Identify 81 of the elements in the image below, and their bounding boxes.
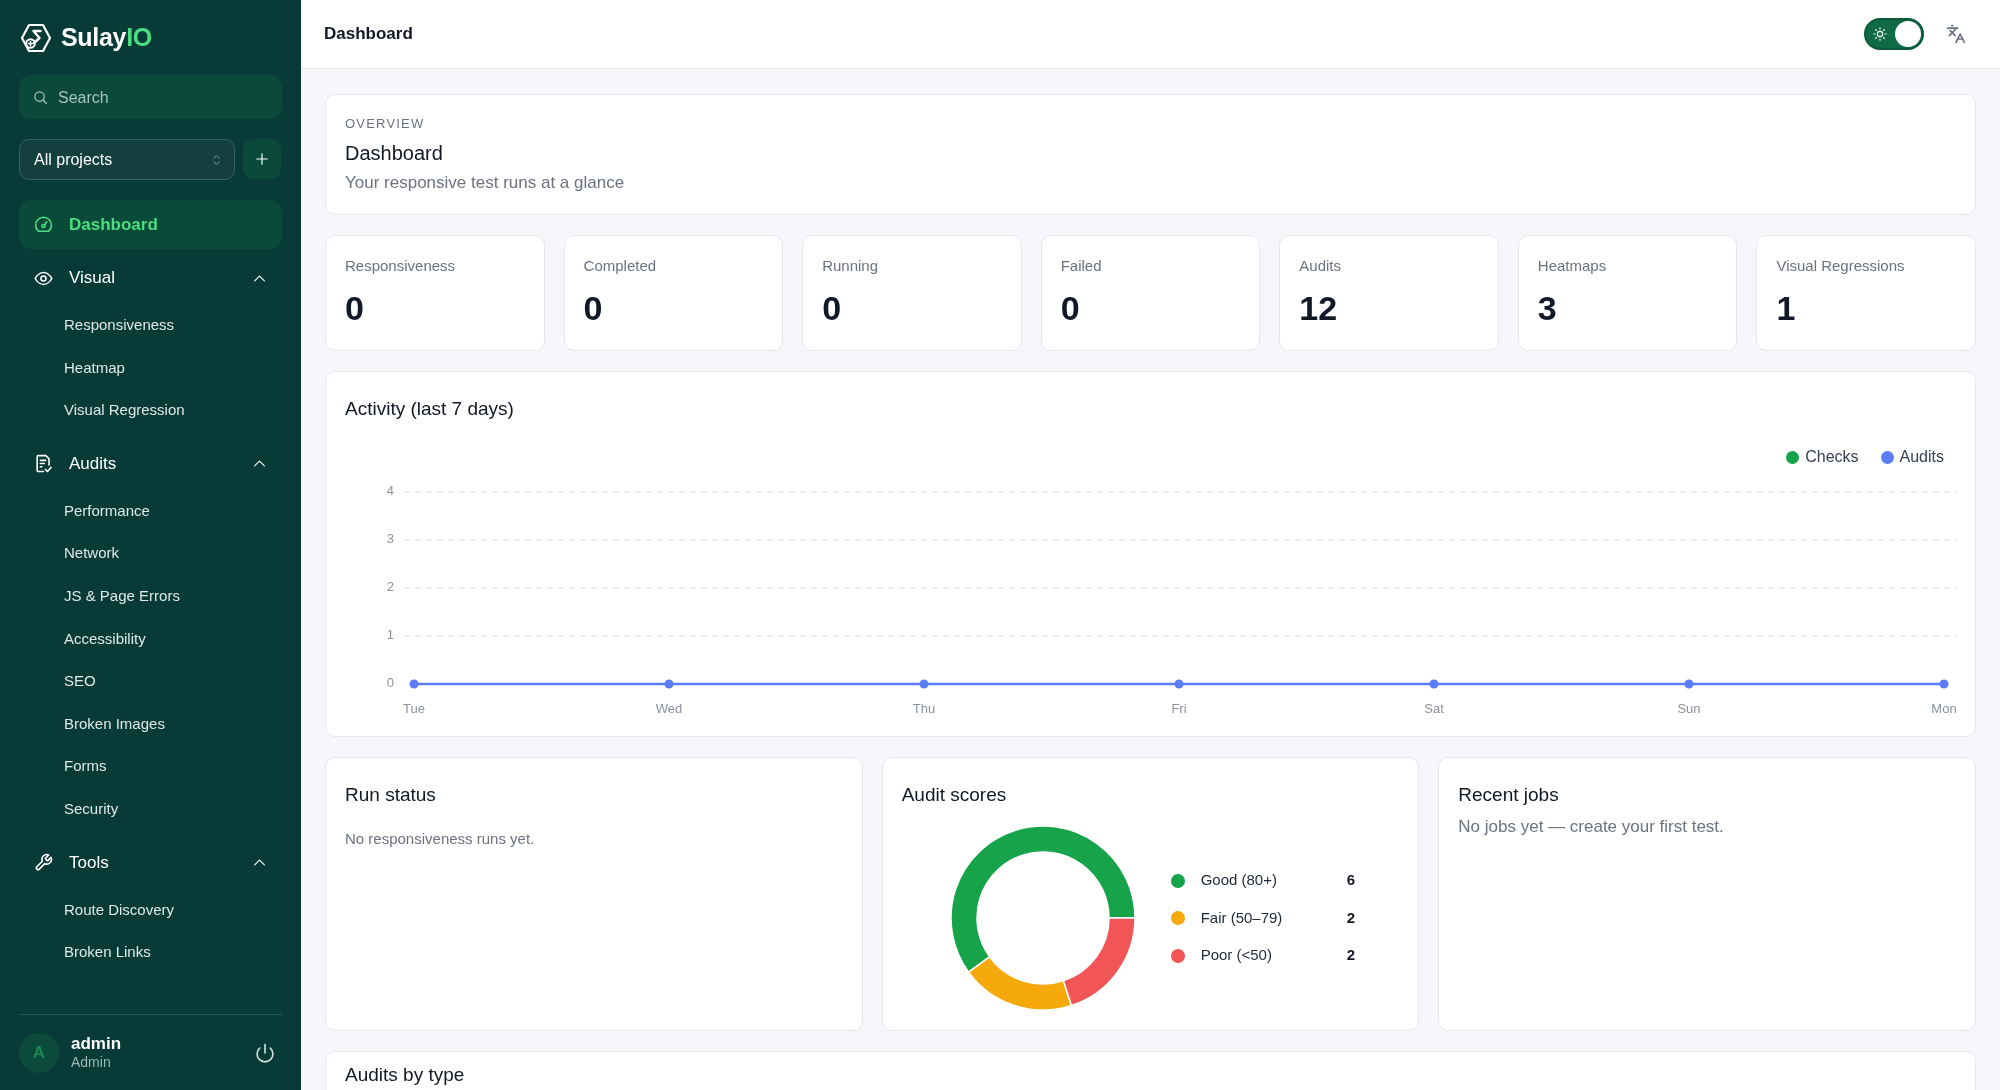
nav-item[interactable]: Route Discovery — [19, 888, 282, 932]
add-button[interactable] — [243, 139, 281, 179]
stat-label: Failed — [1060, 256, 1103, 276]
plus-icon — [255, 152, 269, 166]
search-field[interactable]: Search — [19, 75, 282, 119]
x-axis-label: Wed — [655, 701, 683, 717]
user-role: Admin — [71, 1054, 112, 1071]
page-title: Dashboard — [324, 23, 413, 46]
theme-toggle[interactable] — [1864, 18, 1924, 50]
y-axis-label: 2 — [386, 579, 394, 595]
card-title: Audits by type — [345, 1063, 466, 1087]
legend-label: Good (80+) — [1200, 870, 1278, 891]
y-axis-label: 4 — [386, 483, 394, 499]
legend-count: 6 — [1346, 870, 1355, 891]
stat-value: 1 — [1776, 288, 1797, 328]
nav-item[interactable]: Accessibility — [19, 617, 282, 661]
x-axis-label: Fri — [1171, 701, 1187, 717]
translate-icon[interactable] — [1946, 24, 1966, 44]
user-avatar: A — [19, 1032, 59, 1073]
nav-item[interactable]: Network — [19, 532, 282, 575]
legend-label: Audits — [1899, 447, 1944, 467]
x-axis-label: Thu — [912, 701, 936, 717]
stat-value: 0 — [345, 288, 365, 328]
nav-item[interactable]: Performance — [19, 489, 282, 533]
brand-name: SulayIO — [61, 21, 152, 53]
empty-message: No jobs yet — create your first test. — [1458, 816, 1725, 838]
gauge-icon — [34, 215, 53, 234]
nav-item[interactable]: Security — [19, 787, 282, 831]
x-axis-label: Tue — [403, 701, 425, 717]
legend-count: 2 — [1346, 907, 1355, 928]
nav-item[interactable]: Responsiveness — [19, 304, 282, 347]
toggle-knob — [1895, 21, 1921, 47]
stat-value: 0 — [1060, 288, 1081, 328]
stat-label: Audits — [1299, 256, 1342, 276]
chart-title: Activity (last 7 days) — [345, 397, 515, 421]
user-name: admin — [71, 1034, 122, 1054]
y-axis-label: 3 — [386, 531, 394, 547]
stat-value: 3 — [1537, 288, 1558, 328]
y-axis-label: 0 — [386, 675, 394, 691]
stat-label: Responsiveness — [345, 256, 457, 276]
wrench-icon — [34, 853, 53, 873]
stat-label: Heatmaps — [1537, 256, 1608, 276]
nav-item[interactable]: JS & Page Errors — [19, 574, 282, 618]
project-select[interactable]: All projects — [19, 139, 235, 180]
overview-label: OVERVIEW — [345, 116, 426, 132]
sun-icon — [1873, 27, 1887, 41]
legend-label: Poor (<50) — [1200, 945, 1273, 966]
legend-count: 2 — [1346, 945, 1355, 966]
stat-value: 0 — [583, 288, 604, 328]
hexagon-logo-icon — [20, 21, 52, 54]
legend-label: Fair (50–79) — [1200, 907, 1284, 928]
y-axis-label: 1 — [386, 627, 394, 643]
x-axis-label: Sun — [1677, 701, 1701, 717]
nav-item[interactable]: Visual Regression — [19, 389, 282, 432]
chevron-up-down-icon — [211, 152, 222, 167]
nav-group-header[interactable]: Tools — [19, 842, 282, 883]
x-axis-label: Mon — [1931, 701, 1957, 717]
empty-message: No responsiveness runs yet. — [345, 829, 536, 849]
clipboard-check-icon — [34, 454, 53, 474]
stat-value: 12 — [1299, 288, 1339, 328]
nav-group-header[interactable]: Audits — [19, 443, 282, 484]
card-title: Run status — [345, 783, 437, 807]
nav-item[interactable]: Broken Links — [19, 931, 282, 974]
nav-item[interactable]: SEO — [19, 660, 282, 703]
nav-item[interactable]: Forms — [19, 745, 282, 788]
nav-group-header[interactable]: Visual — [19, 258, 282, 298]
stat-label: Visual Regressions — [1776, 256, 1906, 276]
stat-value: 0 — [822, 288, 843, 328]
power-icon[interactable] — [255, 1042, 275, 1063]
card-title: Recent jobs — [1458, 783, 1560, 807]
search-icon — [33, 89, 48, 105]
stat-label: Running — [822, 256, 880, 276]
nav-item[interactable]: Broken Images — [19, 702, 282, 746]
legend-label: Checks — [1805, 447, 1859, 467]
overview-title: Dashboard — [345, 141, 444, 166]
overview-subtitle: Your responsive test runs at a glance — [345, 172, 626, 194]
nav-item[interactable]: Dashboard — [19, 200, 282, 249]
stat-label: Completed — [583, 256, 658, 276]
nav-item[interactable]: Heatmap — [19, 346, 282, 390]
card-title: Audit scores — [901, 783, 1008, 807]
x-axis-label: Sat — [1424, 701, 1444, 717]
